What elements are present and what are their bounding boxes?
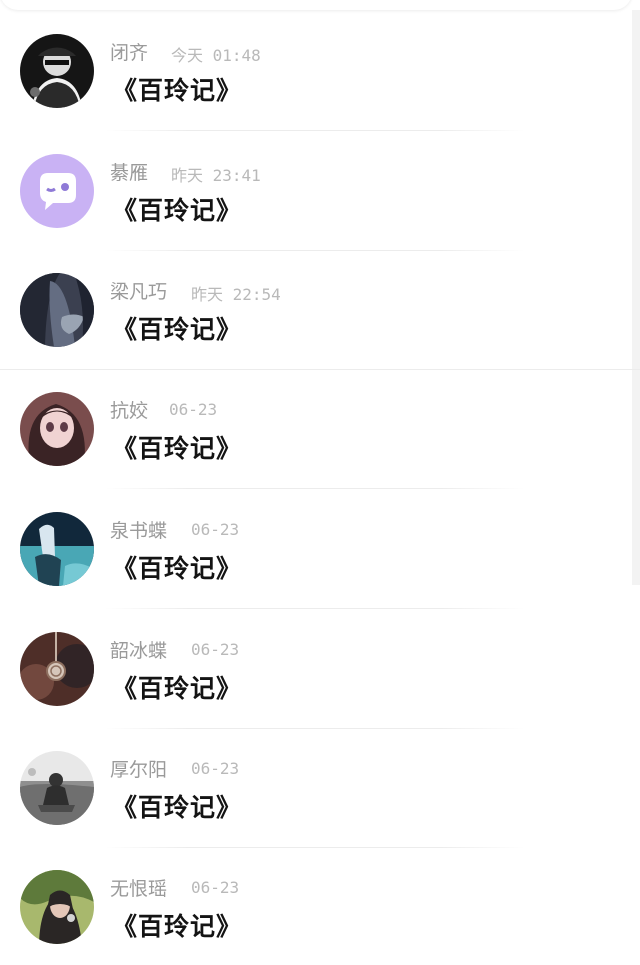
post-row[interactable]: 闭齐 今天 01:48 《百玲记》 — [0, 0, 632, 131]
author-name[interactable]: 厚尔阳 — [110, 755, 167, 782]
author-name[interactable]: 无恨瑶 — [110, 874, 167, 901]
post-row[interactable]: 厚尔阳 06-23 《百玲记》 — [0, 717, 632, 848]
post-row[interactable]: 无恨瑶 06-23 《百玲记》 — [0, 836, 632, 955]
post-time: 昨天 22:54 — [191, 285, 281, 304]
post-message: 《百玲记》 — [112, 554, 243, 583]
post-message: 《百玲记》 — [112, 793, 243, 822]
post-time: 06-23 — [191, 520, 240, 539]
post-time: 06-23 — [169, 400, 218, 419]
post-message: 《百玲记》 — [112, 912, 243, 941]
author-name[interactable]: 泉书蝶 — [110, 516, 167, 543]
scroll-rail — [632, 10, 640, 585]
post-message: 《百玲记》 — [112, 196, 243, 225]
post-message: 《百玲记》 — [112, 434, 243, 463]
author-name[interactable]: 闭齐 — [110, 38, 148, 65]
avatar-dark-clothing[interactable] — [20, 273, 94, 347]
post-message: 《百玲记》 — [112, 315, 243, 344]
avatar-anime-girl[interactable] — [20, 392, 94, 466]
post-time: 06-23 — [191, 640, 240, 659]
author-name[interactable]: 綦雁 — [110, 158, 148, 185]
post-row[interactable]: 綦雁 昨天 23:41 《百玲记》 — [0, 120, 632, 251]
avatar-portrait-woman[interactable] — [20, 870, 94, 944]
post-message: 《百玲记》 — [112, 674, 243, 703]
author-name[interactable]: 梁凡巧 — [110, 277, 167, 304]
avatar-hat-person[interactable] — [20, 34, 94, 108]
post-time: 今天 01:48 — [171, 46, 261, 65]
post-message: 《百玲记》 — [112, 76, 243, 105]
avatar-grass-child[interactable] — [20, 751, 94, 825]
post-time: 昨天 23:41 — [171, 166, 261, 185]
post-time: 06-23 — [191, 878, 240, 897]
author-name[interactable]: 韶冰蝶 — [110, 636, 167, 663]
avatar-pocket-watch[interactable] — [20, 632, 94, 706]
avatar-blue-figure[interactable] — [20, 512, 94, 586]
post-row[interactable]: 梁凡巧 昨天 22:54 《百玲记》 — [0, 239, 632, 358]
post-row[interactable]: 抗姣 06-23 《百玲记》 — [0, 358, 632, 489]
post-time: 06-23 — [191, 759, 240, 778]
post-row[interactable]: 韶冰蝶 06-23 《百玲记》 — [0, 598, 632, 729]
avatar-chat-bubble[interactable] — [20, 154, 94, 228]
post-row[interactable]: 泉书蝶 06-23 《百玲记》 — [0, 478, 632, 609]
author-name[interactable]: 抗姣 — [110, 396, 148, 423]
